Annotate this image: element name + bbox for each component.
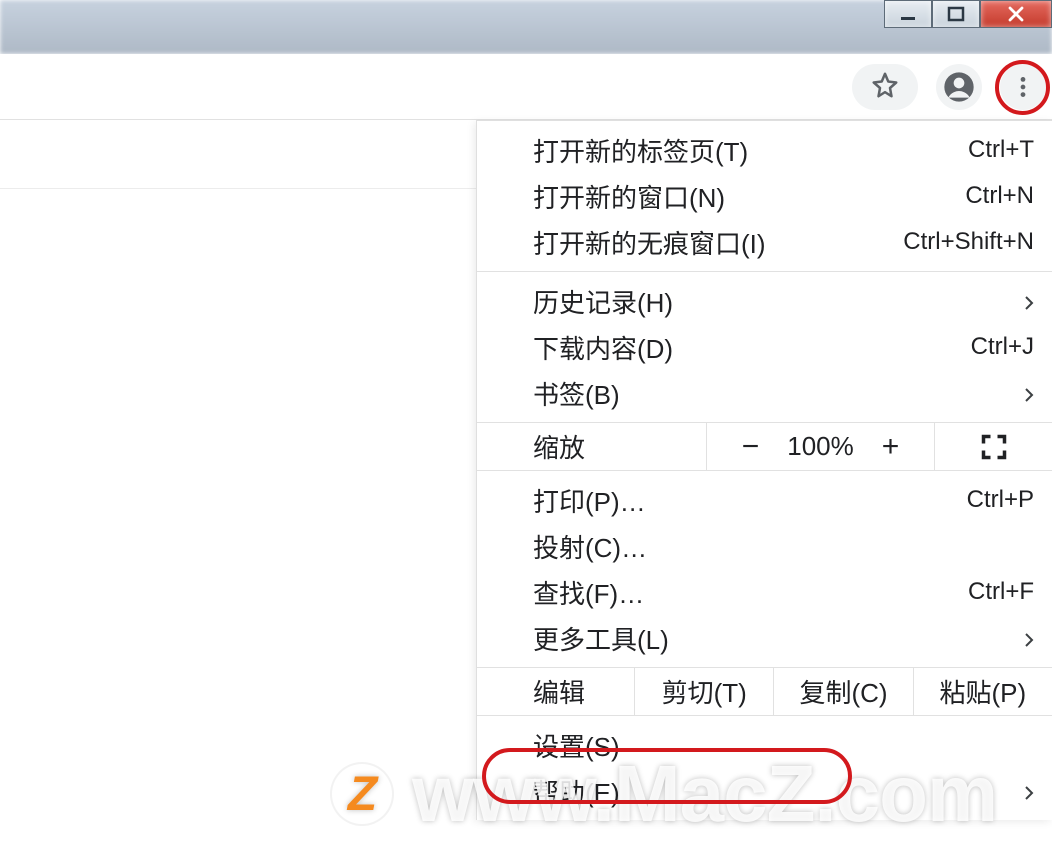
menu-item-zoom: 缩放 − 100% + <box>477 423 1052 471</box>
menu-item-new-tab[interactable]: 打开新的标签页(T) Ctrl+T <box>477 127 1052 173</box>
submenu-arrow-icon <box>1014 286 1034 317</box>
menu-item-new-window[interactable]: 打开新的窗口(N) Ctrl+N <box>477 173 1052 219</box>
menu-label: 打开新的标签页(T) <box>533 132 968 169</box>
edit-paste-button[interactable]: 粘贴(P) <box>914 668 1052 715</box>
menu-item-more-tools[interactable]: 更多工具(L) <box>477 615 1052 661</box>
submenu-arrow-icon <box>1014 623 1034 654</box>
zoom-value: 100% <box>787 431 854 462</box>
page-content <box>0 120 476 848</box>
menu-item-cast[interactable]: 投射(C)… <box>477 523 1052 569</box>
bookmark-area <box>852 64 918 110</box>
menu-shortcut: Ctrl+Shift+N <box>903 228 1034 256</box>
menu-item-incognito[interactable]: 打开新的无痕窗口(I) Ctrl+Shift+N <box>477 219 1052 265</box>
window-controls <box>884 0 1052 28</box>
close-icon <box>1007 5 1025 23</box>
menu-label: 打开新的窗口(N) <box>533 178 965 215</box>
settings-highlight <box>482 748 852 804</box>
menu-item-bookmarks[interactable]: 书签(B) <box>477 370 1052 416</box>
menu-label: 下载内容(D) <box>533 329 971 366</box>
fullscreen-icon <box>980 433 1008 461</box>
edit-cut-button[interactable]: 剪切(T) <box>635 668 774 715</box>
browser-toolbar <box>0 54 1052 120</box>
profile-icon <box>943 71 975 103</box>
profile-button[interactable] <box>936 64 982 110</box>
menu-shortcut: Ctrl+F <box>968 578 1034 606</box>
menu-label: 查找(F)… <box>533 574 968 611</box>
star-icon[interactable] <box>870 70 900 105</box>
menu-section-history: 历史记录(H) 下载内容(D) Ctrl+J 书签(B) <box>477 272 1052 423</box>
menu-item-find[interactable]: 查找(F)… Ctrl+F <box>477 569 1052 615</box>
menu-label: 书签(B) <box>533 375 1014 412</box>
menu-label: 历史记录(H) <box>533 283 1014 320</box>
menu-section-tools: 打印(P)… Ctrl+P 投射(C)… 查找(F)… Ctrl+F 更多工具(… <box>477 471 1052 668</box>
fullscreen-button[interactable] <box>935 433 1052 461</box>
maximize-icon <box>947 5 965 23</box>
menu-label: 打印(P)… <box>533 482 967 519</box>
submenu-arrow-icon <box>1014 378 1034 409</box>
menu-label: 更多工具(L) <box>533 620 1014 657</box>
menu-item-history[interactable]: 历史记录(H) <box>477 278 1052 324</box>
close-button[interactable] <box>980 0 1052 28</box>
edit-copy-button[interactable]: 复制(C) <box>774 668 913 715</box>
menu-item-print[interactable]: 打印(P)… Ctrl+P <box>477 477 1052 523</box>
minimize-button[interactable] <box>884 0 932 28</box>
menu-item-edit: 编辑 剪切(T) 复制(C) 粘贴(P) <box>477 668 1052 716</box>
menu-button-highlight <box>995 60 1050 115</box>
menu-item-downloads[interactable]: 下载内容(D) Ctrl+J <box>477 324 1052 370</box>
zoom-label: 缩放 <box>477 423 707 470</box>
edit-label: 编辑 <box>477 668 635 715</box>
menu-shortcut: Ctrl+P <box>967 486 1034 514</box>
menu-shortcut: Ctrl+T <box>968 136 1034 164</box>
menu-shortcut: Ctrl+J <box>971 333 1034 361</box>
zoom-in-button[interactable]: + <box>882 430 900 464</box>
menu-section-tabs: 打开新的标签页(T) Ctrl+T 打开新的窗口(N) Ctrl+N 打开新的无… <box>477 121 1052 272</box>
menu-shortcut: Ctrl+N <box>965 182 1034 210</box>
minimize-icon <box>899 5 917 23</box>
menu-label: 打开新的无痕窗口(I) <box>533 224 903 261</box>
submenu-arrow-icon <box>1014 776 1034 807</box>
zoom-out-button[interactable]: − <box>742 430 760 464</box>
chrome-menu: 打开新的标签页(T) Ctrl+T 打开新的窗口(N) Ctrl+N 打开新的无… <box>476 120 1052 820</box>
menu-label: 投射(C)… <box>533 528 1034 565</box>
maximize-button[interactable] <box>932 0 980 28</box>
